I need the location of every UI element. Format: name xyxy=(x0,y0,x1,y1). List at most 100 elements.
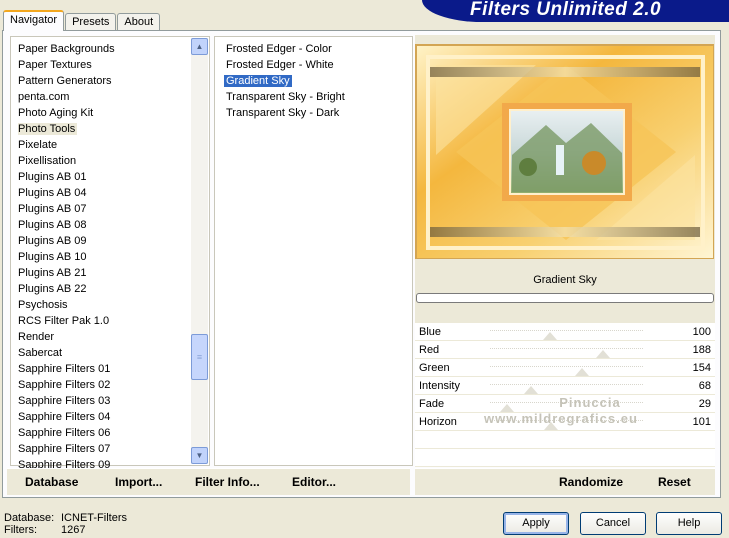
cancel-button[interactable]: Cancel xyxy=(580,512,646,535)
category-item-label: penta.com xyxy=(18,91,70,103)
category-item[interactable]: Pattern Generators xyxy=(17,73,191,89)
category-item[interactable]: Plugins AB 22 xyxy=(17,281,191,297)
watermark-line-2: www.mildregrafics.eu xyxy=(484,411,638,426)
slider-empty-row xyxy=(415,449,715,467)
category-item[interactable]: RCS Filter Pak 1.0 xyxy=(17,313,191,329)
category-item-label: Sapphire Filters 04 xyxy=(18,411,111,423)
category-item-label: Plugins AB 10 xyxy=(18,251,87,263)
category-item[interactable]: Sapphire Filters 06 xyxy=(17,425,191,441)
category-item[interactable]: Sabercat xyxy=(17,345,191,361)
filter-item[interactable]: Transparent Sky - Dark xyxy=(224,105,347,121)
category-item-label: Plugins AB 22 xyxy=(18,283,87,295)
randomize-button[interactable]: Randomize xyxy=(559,475,623,489)
help-button[interactable]: Help xyxy=(656,512,722,535)
slider-green[interactable]: Green 154 xyxy=(415,359,715,377)
progress-bar xyxy=(416,293,714,303)
filter-item-label: Transparent Sky - Bright xyxy=(226,91,345,103)
category-item[interactable]: penta.com xyxy=(17,89,191,105)
slider-track[interactable] xyxy=(490,384,643,386)
slider-thumb[interactable] xyxy=(523,386,538,394)
slider-value: 68 xyxy=(698,380,711,392)
filter-item-label: Gradient Sky xyxy=(224,75,292,87)
category-item[interactable]: Plugins AB 07 xyxy=(17,201,191,217)
slider-red[interactable]: Red 188 xyxy=(415,341,715,359)
category-list-panel: Paper Backgrounds Paper Textures Pattern G… xyxy=(10,36,210,471)
scroll-thumb[interactable]: ≡ xyxy=(191,334,208,380)
tab-presets[interactable]: Presets xyxy=(65,13,117,31)
editor-button[interactable]: Editor... xyxy=(292,475,336,489)
category-item[interactable]: Render xyxy=(17,329,191,345)
app-title: Filters Unlimited 2.0 xyxy=(470,0,662,20)
slider-label: Fade xyxy=(419,398,445,410)
category-item[interactable]: Plugins AB 09 xyxy=(17,233,191,249)
slider-value: 29 xyxy=(698,398,711,410)
scroll-up-button[interactable]: ▲ xyxy=(191,38,208,55)
filter-item-label: Transparent Sky - Dark xyxy=(226,107,340,119)
slider-value: 188 xyxy=(692,344,711,356)
category-item-label: Photo Tools xyxy=(18,123,78,135)
status-database: Database: ICNET-Filters xyxy=(4,512,127,524)
category-item-label: Render xyxy=(18,331,55,343)
category-item[interactable]: Paper Backgrounds xyxy=(17,41,191,57)
tab-about[interactable]: About xyxy=(117,13,161,31)
category-item-label: Pattern Generators xyxy=(18,75,112,87)
category-item[interactable]: Sapphire Filters 03 xyxy=(17,393,191,409)
category-item-label: Sabercat xyxy=(18,347,63,359)
tab-bar: Navigator Presets About xyxy=(3,10,161,31)
category-item-label: Plugins AB 04 xyxy=(18,187,87,199)
slider-thumb[interactable] xyxy=(595,350,610,358)
slider-intensity[interactable]: Intensity 68 xyxy=(415,377,715,395)
category-item[interactable]: Plugins AB 01 xyxy=(17,169,191,185)
right-command-bar: Randomize Reset xyxy=(415,468,715,495)
slider-value: 154 xyxy=(692,362,711,374)
filter-list: Frosted Edger - Color Frosted Edger - Whi… xyxy=(224,41,347,121)
filter-item-label: Frosted Edger - White xyxy=(226,59,334,71)
filter-item[interactable]: Frosted Edger - Color xyxy=(224,41,347,57)
reset-button[interactable]: Reset xyxy=(658,475,691,489)
category-item-label: Sapphire Filters 03 xyxy=(18,395,111,407)
category-item[interactable]: Plugins AB 04 xyxy=(17,185,191,201)
category-item[interactable]: Photo Aging Kit xyxy=(17,105,191,121)
category-item-label: Photo Aging Kit xyxy=(18,107,94,119)
category-item[interactable]: Sapphire Filters 04 xyxy=(17,409,191,425)
filters-value: 1267 xyxy=(61,524,86,536)
import-button[interactable]: Import... xyxy=(115,475,162,489)
category-item[interactable]: Plugins AB 21 xyxy=(17,265,191,281)
category-item[interactable]: Paper Textures xyxy=(17,57,191,73)
category-item[interactable]: Photo Tools xyxy=(17,121,191,137)
slider-blue[interactable]: Blue 100 xyxy=(415,323,715,341)
filters-label: Filters: xyxy=(4,524,37,536)
category-item-label: Plugins AB 21 xyxy=(18,267,87,279)
scroll-down-button[interactable]: ▼ xyxy=(191,447,208,464)
apply-button[interactable]: Apply xyxy=(503,512,569,535)
category-item[interactable]: Sapphire Filters 02 xyxy=(17,377,191,393)
category-item[interactable]: Plugins AB 08 xyxy=(17,217,191,233)
category-item-label: Paper Backgrounds xyxy=(18,43,115,55)
preview-image xyxy=(415,44,714,259)
tab-navigator[interactable]: Navigator xyxy=(3,10,65,31)
filter-item[interactable]: Transparent Sky - Bright xyxy=(224,89,347,105)
slider-value: 101 xyxy=(692,416,711,428)
category-item[interactable]: Plugins AB 10 xyxy=(17,249,191,265)
category-item[interactable]: Sapphire Filters 01 xyxy=(17,361,191,377)
watermark: Pinuccia www.mildregrafics.eu xyxy=(484,395,638,427)
slider-empty-row xyxy=(415,431,715,449)
category-item[interactable]: Psychosis xyxy=(17,297,191,313)
slider-thumb[interactable] xyxy=(575,368,590,376)
grip-icon: ≡ xyxy=(196,352,203,362)
filter-info-button[interactable]: Filter Info... xyxy=(195,475,260,489)
category-item[interactable]: Sapphire Filters 07 xyxy=(17,441,191,457)
category-item[interactable]: Pixelate xyxy=(17,137,191,153)
slider-track[interactable] xyxy=(490,330,643,332)
category-scrollbar[interactable]: ▲ ≡ ▼ xyxy=(191,38,208,464)
filter-item[interactable]: Frosted Edger - White xyxy=(224,57,347,73)
category-item-label: Sapphire Filters 01 xyxy=(18,363,111,375)
slider-thumb[interactable] xyxy=(543,332,557,340)
slider-track[interactable] xyxy=(490,348,643,350)
slider-label: Blue xyxy=(419,326,442,338)
category-item[interactable]: Pixellisation xyxy=(17,153,191,169)
filter-item[interactable]: Gradient Sky xyxy=(224,73,347,89)
slider-track[interactable] xyxy=(490,366,643,368)
database-label: Database: xyxy=(4,512,55,524)
database-button[interactable]: Database xyxy=(25,475,78,489)
